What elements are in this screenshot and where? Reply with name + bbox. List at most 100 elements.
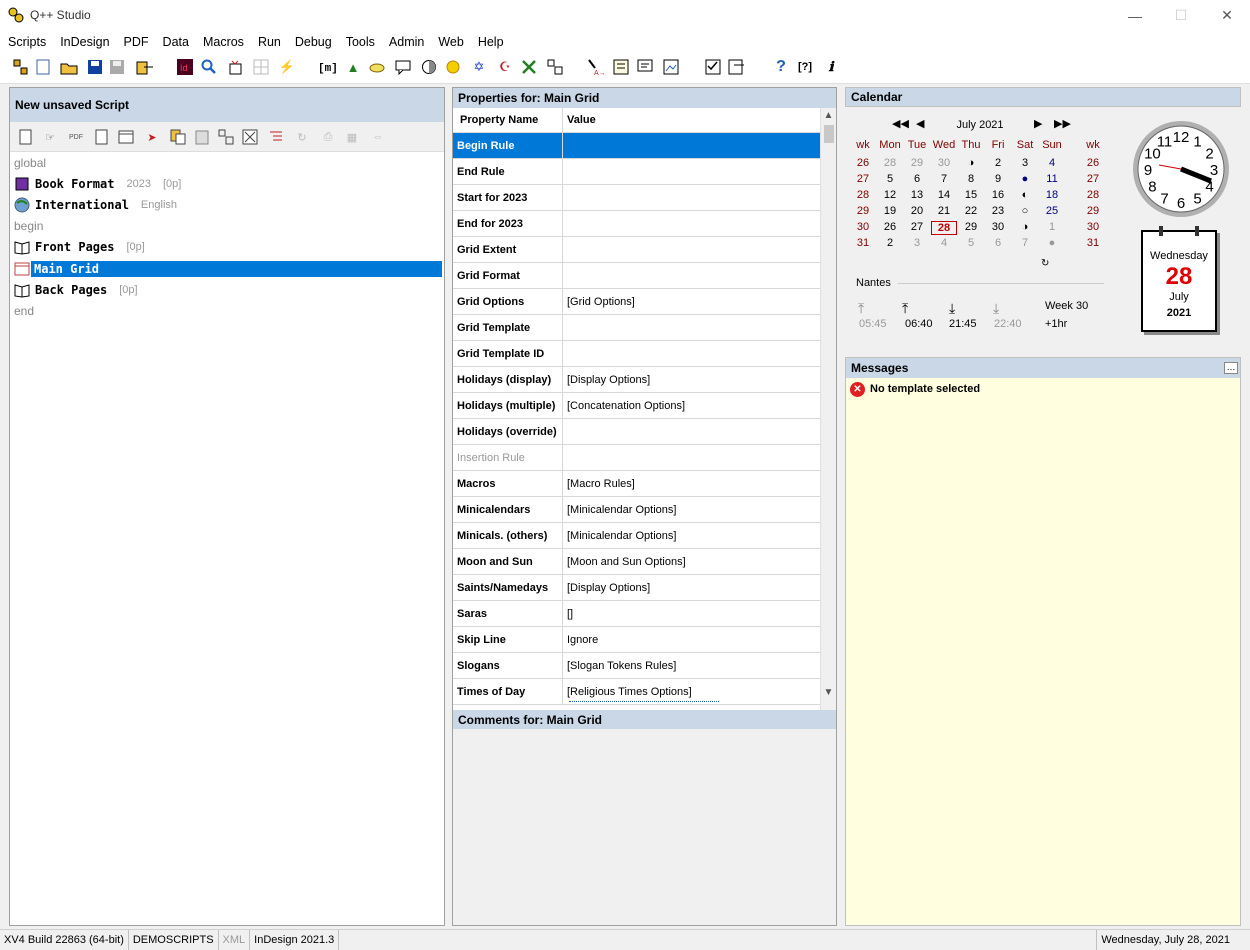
menu-tools[interactable]: Tools bbox=[346, 35, 375, 49]
value-dropdown-indicator[interactable] bbox=[569, 701, 719, 706]
script-item-back-pages[interactable]: Back Pages [0p] bbox=[14, 280, 138, 300]
property-value[interactable]: [Minicalendar Options] bbox=[563, 504, 676, 516]
messages-menu-button[interactable]: … bbox=[1224, 362, 1238, 374]
calendar-day[interactable]: 30 bbox=[986, 221, 1010, 233]
calendar-day[interactable]: 28 bbox=[878, 157, 902, 169]
moon-phase-icon[interactable]: ○ bbox=[1013, 205, 1037, 217]
property-value[interactable]: [Display Options] bbox=[563, 374, 650, 386]
moon-phase-icon[interactable]: ◐ bbox=[1013, 189, 1037, 201]
script-item-front-pages[interactable]: Front Pages [0p] bbox=[14, 237, 145, 257]
open-folder-icon[interactable] bbox=[60, 58, 78, 76]
maximize-button[interactable]: ☐ bbox=[1158, 0, 1204, 31]
property-row[interactable]: Grid Extent bbox=[453, 237, 820, 263]
page-icon[interactable] bbox=[612, 58, 630, 76]
moon-phase-icon[interactable]: ◑ bbox=[1013, 221, 1037, 233]
paste-icon[interactable] bbox=[194, 129, 210, 145]
property-row[interactable]: Holidays (override) bbox=[453, 419, 820, 445]
calendar-day[interactable]: 6 bbox=[986, 237, 1010, 249]
calendar-day[interactable]: 3 bbox=[905, 237, 929, 249]
calendar-day[interactable]: 15 bbox=[959, 189, 983, 201]
menu-help[interactable]: Help bbox=[478, 35, 504, 49]
note-icon[interactable] bbox=[636, 58, 654, 76]
property-row[interactable]: Grid Format bbox=[453, 263, 820, 289]
script-item-book-format[interactable]: Book Format 2023 [0p] bbox=[14, 174, 181, 194]
calendar-day[interactable]: 9 bbox=[986, 173, 1010, 185]
calendar-day[interactable]: 8 bbox=[959, 173, 983, 185]
context-help-icon[interactable]: [?] bbox=[796, 58, 814, 76]
moon-phase-icon[interactable]: ● bbox=[1013, 173, 1037, 185]
script-item-international[interactable]: International English bbox=[14, 195, 177, 215]
pdf-icon[interactable]: PDF bbox=[68, 129, 84, 145]
property-row[interactable]: Minicals. (others) [Minicalendar Options] bbox=[453, 523, 820, 549]
next-month-button[interactable]: ▶ bbox=[1034, 117, 1042, 130]
property-row[interactable]: Holidays (display) [Display Options] bbox=[453, 367, 820, 393]
menu-scripts[interactable]: Scripts bbox=[8, 35, 46, 49]
calendar-day[interactable]: 14 bbox=[932, 189, 956, 201]
property-row[interactable]: Slogans [Slogan Tokens Rules] bbox=[453, 653, 820, 679]
document-tree-icon[interactable] bbox=[226, 58, 244, 76]
cross-tools-icon[interactable] bbox=[520, 58, 538, 76]
property-value[interactable]: [Concatenation Options] bbox=[563, 400, 685, 412]
macro-icon[interactable]: [m] bbox=[318, 58, 336, 76]
pointer-icon[interactable]: ☞ bbox=[42, 129, 58, 145]
calendar-day[interactable]: 27 bbox=[905, 221, 929, 233]
copy-icon[interactable] bbox=[170, 129, 186, 145]
property-value[interactable]: [Slogan Tokens Rules] bbox=[563, 660, 676, 672]
moon-phase-icon[interactable]: ◑ bbox=[959, 157, 983, 169]
calendar-day[interactable]: 3 bbox=[1013, 157, 1037, 169]
property-row[interactable]: Skip Line Ignore bbox=[453, 627, 820, 653]
new-file-icon[interactable] bbox=[34, 58, 52, 76]
new-page-icon[interactable] bbox=[18, 129, 34, 145]
property-value[interactable]: [Moon and Sun Options] bbox=[563, 556, 686, 568]
column-header-name[interactable]: Property Name bbox=[453, 108, 563, 132]
page-icon[interactable] bbox=[94, 129, 110, 145]
property-value[interactable]: [Display Options] bbox=[563, 582, 650, 594]
search-icon[interactable] bbox=[200, 58, 218, 76]
calendar-day[interactable]: 21 bbox=[932, 205, 956, 217]
window-icon[interactable] bbox=[118, 129, 134, 145]
close-button[interactable]: ✕ bbox=[1204, 0, 1250, 31]
property-row[interactable]: Holidays (multiple) [Concatenation Option… bbox=[453, 393, 820, 419]
calendar-day[interactable]: 29 bbox=[905, 157, 929, 169]
calendar-day[interactable]: 2 bbox=[878, 237, 902, 249]
moon-phase-icon[interactable]: ● bbox=[1040, 237, 1064, 249]
sun-icon[interactable] bbox=[444, 58, 462, 76]
property-row[interactable]: Moon and Sun [Moon and Sun Options] bbox=[453, 549, 820, 575]
calendar-day[interactable]: 7 bbox=[932, 173, 956, 185]
moon-icon[interactable] bbox=[420, 58, 438, 76]
move-icon[interactable] bbox=[218, 129, 234, 145]
calendar-day[interactable]: 11 bbox=[1040, 173, 1064, 185]
calendar-day[interactable]: 4 bbox=[932, 237, 956, 249]
property-row[interactable]: Saints/Namedays [Display Options] bbox=[453, 575, 820, 601]
calendar-day[interactable]: 13 bbox=[905, 189, 929, 201]
property-row[interactable]: Start for 2023 bbox=[453, 185, 820, 211]
calendar-day[interactable]: 25 bbox=[1040, 205, 1064, 217]
calendar-day[interactable]: 4 bbox=[1040, 157, 1064, 169]
property-value[interactable]: [Minicalendar Options] bbox=[563, 530, 676, 542]
menu-debug[interactable]: Debug bbox=[295, 35, 332, 49]
delete-icon[interactable] bbox=[242, 129, 258, 145]
property-row[interactable]: Grid Template bbox=[453, 315, 820, 341]
checklist-icon[interactable] bbox=[704, 58, 722, 76]
calendar-day[interactable]: 12 bbox=[878, 189, 902, 201]
calendar-day[interactable]: 23 bbox=[986, 205, 1010, 217]
help-icon[interactable]: ? bbox=[772, 58, 790, 76]
property-value[interactable]: [Macro Rules] bbox=[563, 478, 635, 490]
indesign-icon[interactable]: Id bbox=[176, 58, 194, 76]
property-value[interactable]: Ignore bbox=[563, 634, 598, 646]
calendar-day[interactable]: 5 bbox=[959, 237, 983, 249]
calendar-day[interactable]: 6 bbox=[905, 173, 929, 185]
menu-pdf[interactable]: PDF bbox=[124, 35, 149, 49]
menu-run[interactable]: Run bbox=[258, 35, 281, 49]
property-row[interactable]: Grid Options [Grid Options] bbox=[453, 289, 820, 315]
scroll-up-icon[interactable]: ▲ bbox=[821, 108, 836, 123]
export-icon[interactable] bbox=[136, 58, 154, 76]
calendar-day[interactable]: 28 bbox=[931, 221, 957, 235]
property-row[interactable]: Macros [Macro Rules] bbox=[453, 471, 820, 497]
calendar-day[interactable]: 30 bbox=[932, 157, 956, 169]
calendar-day[interactable]: 26 bbox=[878, 221, 902, 233]
comment-icon[interactable] bbox=[394, 58, 412, 76]
comments-area[interactable] bbox=[453, 729, 836, 925]
star-of-david-icon[interactable]: ✡ bbox=[470, 58, 488, 76]
image-icon[interactable] bbox=[662, 58, 680, 76]
